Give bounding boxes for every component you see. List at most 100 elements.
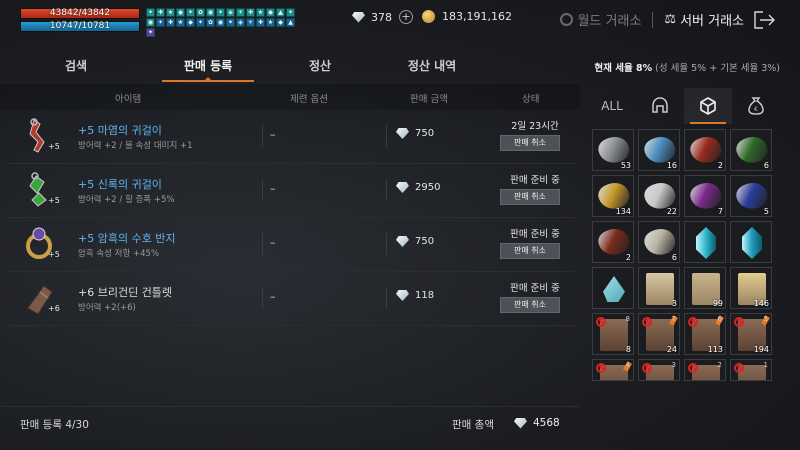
buff-icon: ◆ (176, 8, 185, 17)
inventory-grid: 53 16 2 6 134 22 7 5 2 6 3 99 146 8 8 7 24 6 113 5 194 4 3 2 1 (592, 129, 776, 381)
buff-icon: ✦ (186, 8, 195, 17)
tax-info: 현재 세율 8% (성 세율 5% + 기본 세율 3%) (594, 60, 780, 74)
item-quantity: 3 (671, 299, 677, 308)
cancel-sale-button[interactable]: 판매 취소 (500, 243, 560, 259)
inventory-slot[interactable]: 2 (684, 129, 726, 171)
add-diamond-button[interactable]: + (399, 10, 413, 24)
table-row[interactable]: +6 +6 브리건딘 건틀렛 방어력 +2(+6) – 118 판매 준비 중 판매 취소 (8, 272, 574, 326)
inventory-slot[interactable] (684, 221, 726, 263)
diamond-icon (396, 182, 409, 193)
restricted-icon (642, 363, 652, 373)
tab-search[interactable]: 검색 (0, 52, 152, 84)
buff-icon: ✦ (216, 8, 225, 17)
header-status: 상태 (522, 94, 540, 105)
inventory-slot[interactable]: 5 194 (730, 313, 772, 355)
inventory-slot[interactable]: 7 24 (638, 313, 680, 355)
diamond-currency: 378 + (352, 10, 413, 24)
inventory-slot[interactable]: 3 (638, 359, 680, 381)
tab-search-label: 검색 (64, 59, 88, 73)
slot-rank: 3 (671, 361, 676, 369)
buff-icon: ✚ (166, 18, 175, 27)
inventory-slot[interactable]: 16 (638, 129, 680, 171)
buff-icon: ▲ (276, 8, 285, 17)
gold-coin-icon (422, 10, 435, 23)
item-name: +5 신록의 귀걸이 (78, 178, 162, 191)
tab-settlement-history-label: 정산 내역 (407, 59, 457, 73)
inventory-slot[interactable] (592, 267, 634, 309)
column-divider (262, 179, 263, 201)
buff-icon: ◉ (146, 18, 155, 27)
diamond-amount: 378 (371, 10, 392, 24)
server-market-tab[interactable]: ⚖ 서버 거래소 (664, 10, 744, 29)
inventory-categories: ALL € (588, 88, 784, 124)
inventory-slot[interactable] (730, 221, 772, 263)
exit-icon[interactable] (754, 10, 776, 29)
item-level: +5 (48, 196, 60, 205)
cancel-sale-button[interactable]: 판매 취소 (500, 297, 560, 313)
buff-icon: ★ (266, 18, 275, 27)
inventory-slot[interactable]: 5 (730, 175, 772, 217)
world-market-tab[interactable]: 월드 거래소 (560, 10, 641, 29)
diamond-icon (396, 128, 409, 139)
buff-icon: ✦ (146, 8, 155, 17)
sale-status: 2일 23시간 (511, 121, 559, 132)
sale-status: 판매 준비 중 (510, 175, 560, 186)
category-equipment[interactable] (636, 88, 684, 124)
cancel-sale-button[interactable]: 판매 취소 (500, 135, 560, 151)
buff-icon: ◉ (216, 18, 225, 27)
gem-icon (696, 227, 716, 259)
inventory-slot[interactable]: 3 (638, 267, 680, 309)
inventory-slot[interactable]: 2 (684, 359, 726, 381)
table-row[interactable]: +5 +5 신록의 귀걸이 방어력 +2 / 힐 증폭 +5% – 2950 판매 준비 … (8, 164, 574, 218)
inventory-slot[interactable]: 99 (684, 267, 726, 309)
header-price: 판매 금액 (410, 94, 448, 105)
inventory-slot[interactable]: 6 (638, 221, 680, 263)
sale-price: 750 (396, 236, 434, 247)
inventory-slot[interactable]: 4 (592, 359, 634, 381)
item-quantity: 2 (717, 161, 723, 170)
buff-icon: ◉ (206, 8, 215, 17)
inventory-slot[interactable]: 146 (730, 267, 772, 309)
category-materials[interactable] (684, 88, 732, 124)
total-label: 판매 총액 (452, 419, 494, 431)
category-currency[interactable]: € (732, 88, 780, 124)
buff-icons: ✦ ✚ ★ ◆ ✦ ✿ ◉ ✦ ◈ ☀ ✚ ★ ◆ ▲ ✦ ◉ ✦ ✚ ★ ◆ ✦ ✿ ◉ ✦ ◈ ☀ ✚ ★ ◆ ▲ ✦ (146, 8, 296, 37)
inventory-slot[interactable]: 6 (730, 129, 772, 171)
item-quantity: 194 (753, 345, 769, 354)
table-row[interactable]: +5 +5 마염의 귀걸이 방어력 +2 / 불 속성 대미지 +1 – 750 2일 2… (8, 110, 574, 164)
category-all-label: ALL (601, 99, 623, 113)
tab-register-sale[interactable]: 판매 등록 (152, 52, 264, 84)
sale-price-value: 2950 (415, 182, 441, 193)
tab-settlement[interactable]: 정산 (264, 52, 376, 84)
item-name: +5 마염의 귀걸이 (78, 124, 162, 137)
header-refine: 제련 옵션 (290, 94, 328, 105)
buff-icon: ✦ (226, 18, 235, 27)
box-icon (700, 97, 716, 115)
cancel-sale-button[interactable]: 판매 취소 (500, 189, 560, 205)
item-quantity: 146 (753, 299, 769, 308)
inventory-slot[interactable]: 7 (684, 175, 726, 217)
column-divider (386, 287, 387, 309)
slot-rank: 8 (625, 315, 630, 323)
table-row[interactable]: +5 +5 암흑의 수호 반지 암흑 속성 저항 +45% – 750 판매 준비 중 판매… (8, 218, 574, 272)
inventory-slot[interactable]: 1 (730, 359, 772, 381)
diamond-icon (396, 236, 409, 247)
mp-bar: 10747/10781 (20, 21, 140, 32)
inventory-slot[interactable]: 2 (592, 221, 634, 263)
buff-icon: ✦ (196, 18, 205, 27)
inventory-slot[interactable]: 53 (592, 129, 634, 171)
tab-settlement-history[interactable]: 정산 내역 (376, 52, 488, 84)
slot-rank: 6 (717, 315, 722, 323)
restricted-icon (642, 317, 652, 327)
buff-icon: ✚ (256, 18, 265, 27)
category-all[interactable]: ALL (588, 88, 636, 124)
tax-detail: (성 세율 5% + 기본 세율 3%) (655, 63, 780, 74)
slot-rank: 1 (763, 361, 768, 369)
helmet-icon (652, 97, 668, 113)
inventory-slot[interactable]: 88 (592, 313, 634, 355)
item-quantity: 2 (625, 253, 631, 262)
inventory-slot[interactable]: 134 (592, 175, 634, 217)
inventory-slot[interactable]: 22 (638, 175, 680, 217)
inventory-slot[interactable]: 6 113 (684, 313, 726, 355)
buff-icon: ✿ (196, 8, 205, 17)
